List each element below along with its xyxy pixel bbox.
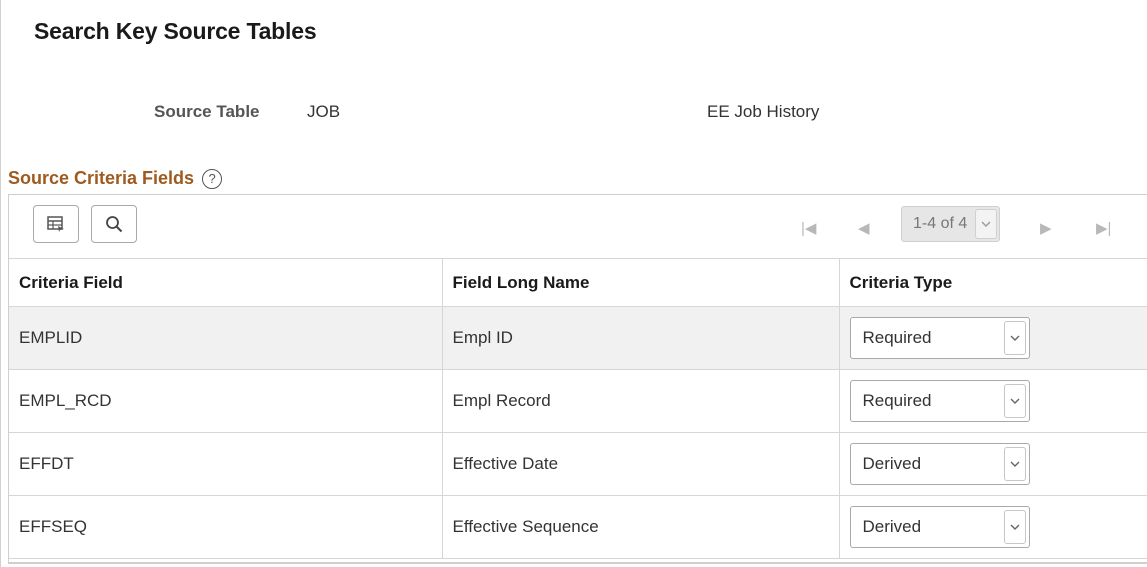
criteria-type-value: Derived xyxy=(862,517,922,536)
chevron-down-icon xyxy=(1003,384,1026,418)
field-long-name-cell: Empl Record xyxy=(442,369,840,433)
source-table-description: EE Job History xyxy=(707,102,820,121)
previous-page-icon[interactable]: ◀ xyxy=(858,221,870,236)
grid-personalize-icon xyxy=(47,216,64,232)
chevron-down-icon xyxy=(1003,321,1026,355)
table-header-row: Criteria Field Field Long Name Criteria … xyxy=(9,258,1147,307)
row-range-value: 1-4 of 4 xyxy=(913,215,968,232)
criteria-type-value: Required xyxy=(862,328,932,347)
last-page-icon[interactable]: ▶| xyxy=(1096,221,1111,236)
criteria-type-select[interactable]: Required xyxy=(849,317,1030,359)
criteria-table: Criteria Field Field Long Name Criteria … xyxy=(9,258,1147,559)
table-row: EFFSEQ Effective Sequence Derived xyxy=(9,495,1147,559)
source-table-label: Source Table xyxy=(154,102,260,121)
criteria-type-value: Required xyxy=(862,391,932,410)
criteria-field-cell: EMPLID xyxy=(9,306,443,370)
criteria-type-cell: Required xyxy=(839,306,1147,370)
question-circle-icon[interactable]: ? xyxy=(202,168,223,189)
field-long-name-cell: Effective Sequence xyxy=(442,495,840,559)
table-row: EMPL_RCD Empl Record Required xyxy=(9,369,1147,433)
field-long-name-cell: Empl ID xyxy=(442,306,840,370)
chevron-down-icon xyxy=(1003,447,1026,481)
criteria-type-select[interactable]: Derived xyxy=(849,443,1030,485)
criteria-field-cell: EMPL_RCD xyxy=(9,369,443,433)
criteria-type-value: Derived xyxy=(862,454,922,473)
row-range-select[interactable]: 1-4 of 4 xyxy=(901,206,1000,242)
chevron-down-icon xyxy=(975,209,997,239)
search-icon xyxy=(106,216,123,233)
section-title-text: Source Criteria Fields xyxy=(8,168,195,188)
criteria-type-select[interactable]: Required xyxy=(849,380,1030,422)
find-button[interactable] xyxy=(91,205,137,243)
criteria-type-cell: Derived xyxy=(839,495,1147,559)
next-page-icon[interactable]: ▶ xyxy=(1040,221,1052,236)
criteria-grid: |◀ ◀ 1-4 of 4 ▶ ▶| Criteria Field Field … xyxy=(8,194,1147,564)
section-title: Source Criteria Fields ? xyxy=(8,168,223,189)
criteria-field-cell: EFFSEQ xyxy=(9,495,443,559)
first-page-icon[interactable]: |◀ xyxy=(801,221,816,236)
column-header-criteria-type[interactable]: Criteria Type xyxy=(839,258,1147,307)
criteria-field-cell: EFFDT xyxy=(9,432,443,496)
grid-toolbar: |◀ ◀ 1-4 of 4 ▶ ▶| xyxy=(9,195,1147,258)
table-row: EMPLID Empl ID Required xyxy=(9,306,1147,370)
column-header-criteria-field[interactable]: Criteria Field xyxy=(9,258,443,307)
personalize-grid-button[interactable] xyxy=(33,205,79,243)
criteria-type-cell: Derived xyxy=(839,432,1147,496)
page-title: Search Key Source Tables xyxy=(34,18,317,44)
source-table-value: JOB xyxy=(307,102,341,121)
chevron-down-icon xyxy=(1003,510,1026,544)
field-long-name-cell: Effective Date xyxy=(442,432,840,496)
page: Search Key Source Tables Source Table JO… xyxy=(0,0,1147,567)
criteria-type-select[interactable]: Derived xyxy=(849,506,1030,548)
criteria-type-cell: Required xyxy=(839,369,1147,433)
table-row: EFFDT Effective Date Derived xyxy=(9,432,1147,496)
column-header-field-long-name[interactable]: Field Long Name xyxy=(442,258,840,307)
